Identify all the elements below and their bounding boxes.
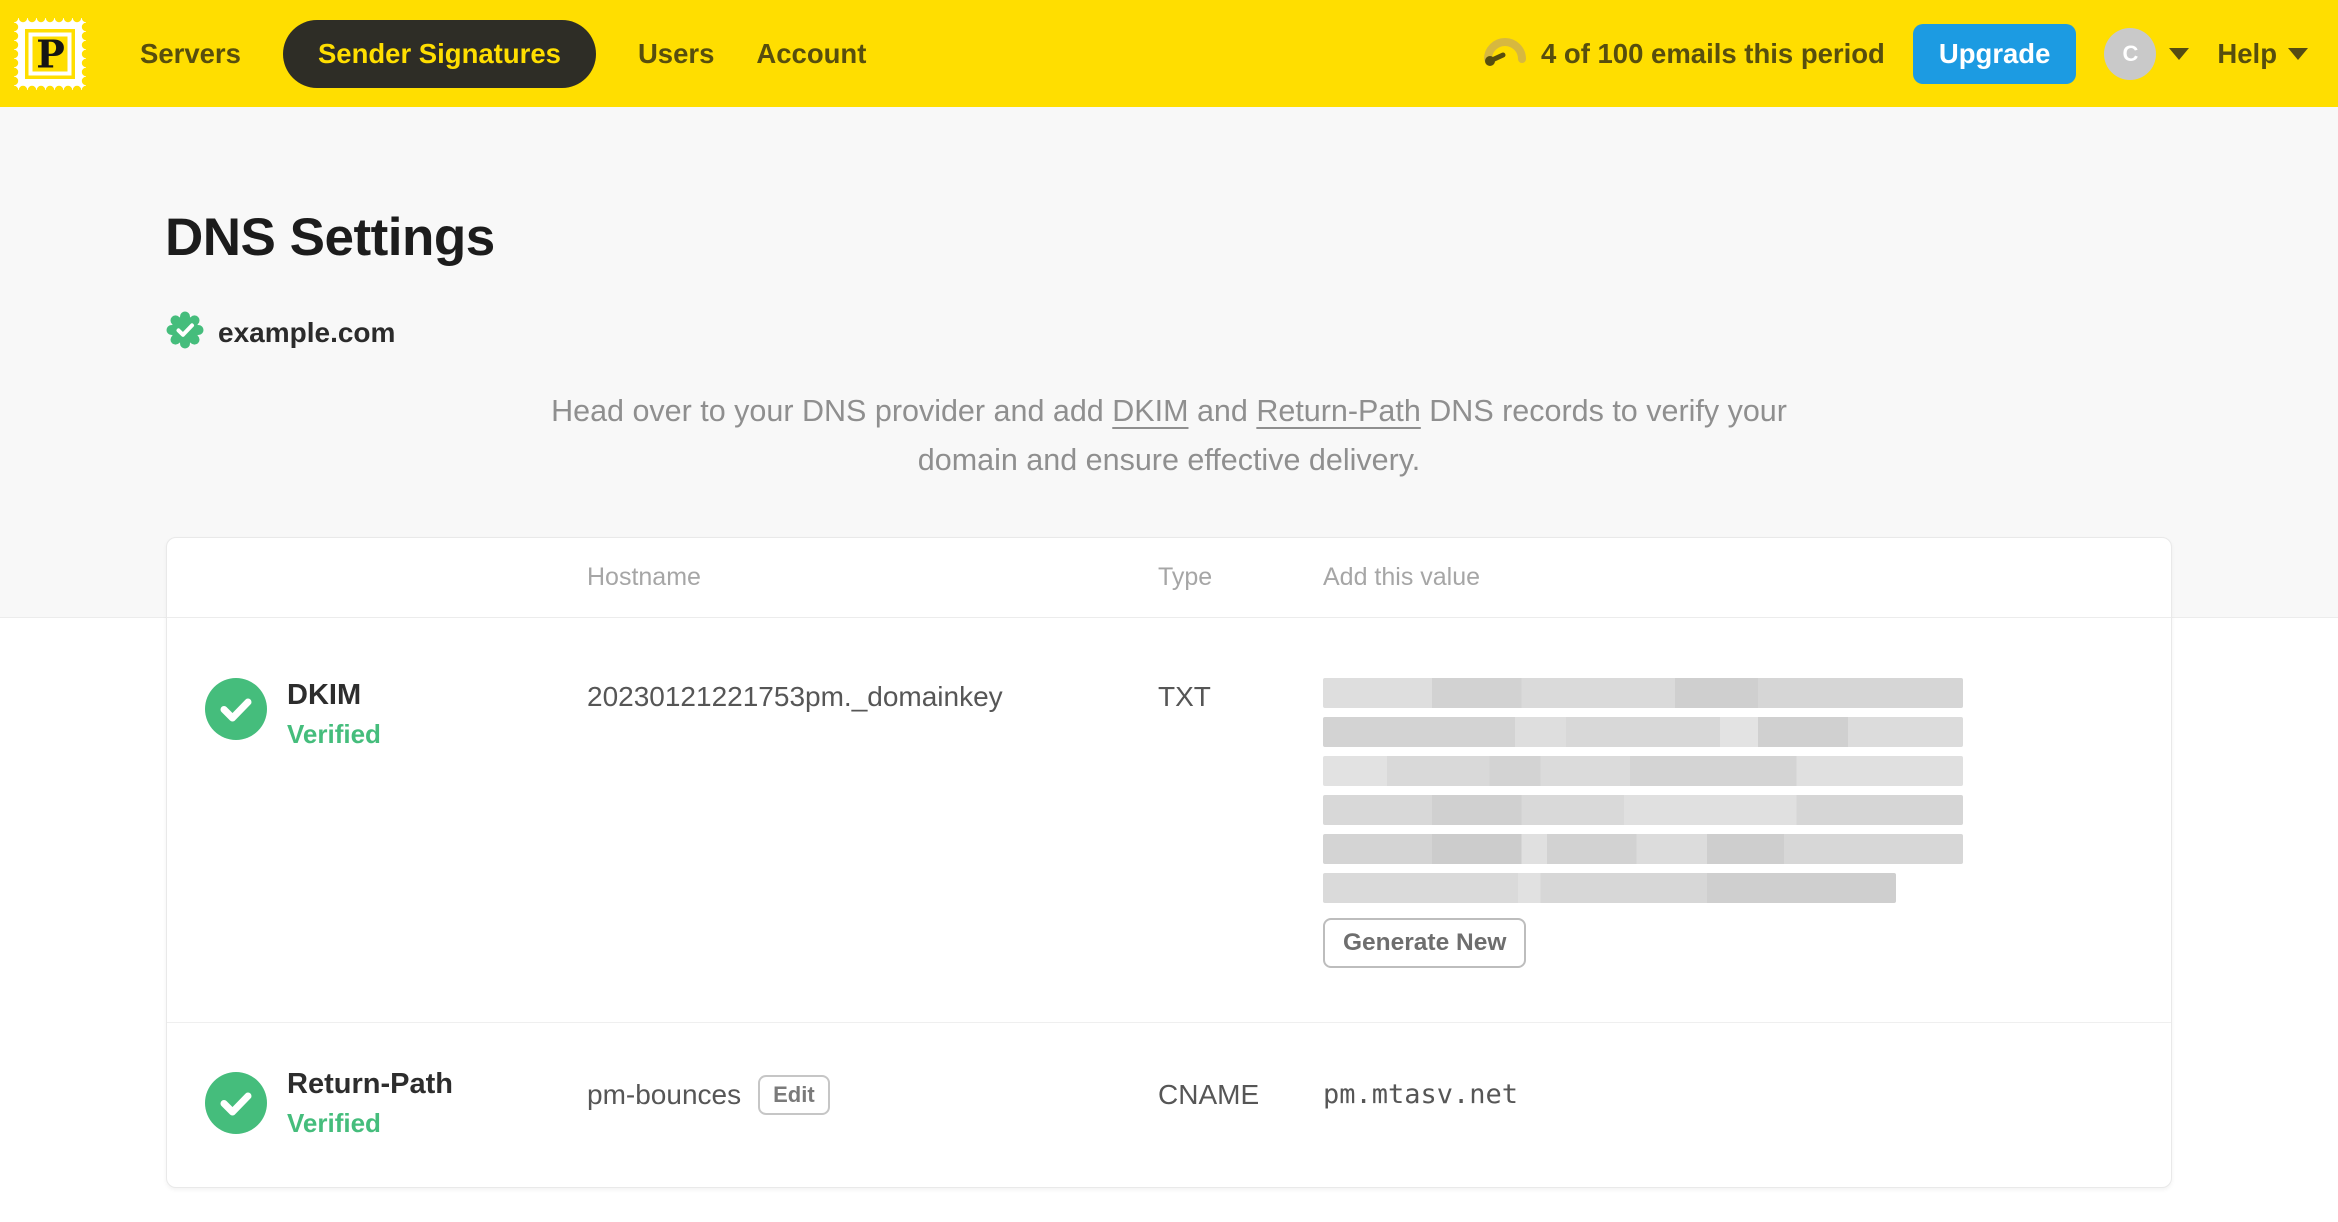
column-header-value: Add this value	[1323, 563, 1481, 591]
redacted-dkim-value	[1323, 678, 2115, 912]
record-name: Return-Path	[287, 1068, 453, 1100]
redacted-value-bar	[1323, 795, 1963, 825]
help-menu[interactable]: Help	[2217, 38, 2308, 70]
main-nav: Servers Sender Signatures Users Account	[140, 19, 866, 88]
usage-meter[interactable]: 4 of 100 emails this period	[1482, 34, 1885, 73]
upgrade-button[interactable]: Upgrade	[1912, 23, 2077, 84]
topbar-right-group: 4 of 100 emails this period Upgrade C He…	[1482, 23, 2308, 84]
account-menu[interactable]: C	[2104, 27, 2190, 80]
avatar[interactable]: C	[2104, 27, 2157, 80]
return-path-value: pm.mtasv.net	[1323, 1079, 1519, 1111]
chevron-down-icon	[2288, 47, 2308, 60]
dkim-value-cell: Generate New	[1323, 678, 2171, 968]
verified-check-icon	[205, 678, 267, 740]
help-label: Help	[2217, 37, 2277, 69]
redacted-value-bar	[1323, 873, 1896, 903]
postmark-logo-icon[interactable]: P	[9, 13, 91, 94]
usage-text: 4 of 100 emails this period	[1540, 37, 1885, 69]
verified-seal-icon	[165, 310, 205, 355]
return-path-hostname: pm-bounces	[587, 1078, 742, 1110]
verified-check-icon	[205, 1071, 267, 1134]
chevron-down-icon	[2169, 47, 2190, 60]
redacted-value-bar	[1323, 756, 1963, 786]
page-title: DNS Settings	[165, 208, 495, 267]
top-navigation-bar: P Servers Sender Signatures Users Accoun…	[0, 0, 2338, 107]
redacted-value-bar	[1323, 717, 1963, 747]
redacted-value-bar	[1323, 834, 1963, 864]
table-row-return-path: Return-Path Verified pm-bounces Edit CNA…	[167, 1023, 2171, 1187]
edit-button[interactable]: Edit	[758, 1074, 830, 1115]
description-text: Head over to your DNS provider and add	[551, 394, 1113, 428]
return-path-status-cell: Return-Path Verified	[167, 1067, 587, 1139]
dkim-link[interactable]: DKIM	[1112, 394, 1188, 428]
return-path-value-cell: pm.mtasv.net	[1323, 1079, 2171, 1110]
record-name: DKIM	[287, 679, 362, 711]
table-header-row: Hostname Type Add this value	[167, 538, 2171, 618]
column-header-type: Type	[1158, 563, 1213, 591]
status-badge: Verified	[287, 718, 381, 749]
dns-instructions: Head over to your DNS provider and add D…	[529, 387, 1809, 485]
verified-domain: example.com	[165, 310, 2173, 355]
dns-records-card: Hostname Type Add this value DKIM Verifi…	[166, 537, 2172, 1188]
column-header-hostname: Hostname	[587, 563, 701, 591]
table-row-dkim: DKIM Verified 20230121221753pm._domainke…	[167, 618, 2171, 1023]
svg-text:P: P	[36, 31, 65, 76]
return-path-hostname-cell: pm-bounces Edit	[587, 1074, 1158, 1115]
gauge-icon	[1482, 34, 1528, 73]
dkim-hostname: 20230121221753pm._domainkey	[587, 681, 1003, 712]
description-text: and	[1188, 394, 1257, 428]
status-badge: Verified	[287, 1107, 381, 1138]
nav-item-users[interactable]: Users	[638, 38, 714, 70]
dkim-type: TXT	[1158, 681, 1211, 712]
generate-new-button[interactable]: Generate New	[1323, 918, 1527, 968]
nav-item-servers[interactable]: Servers	[140, 38, 241, 70]
nav-item-sender-signatures[interactable]: Sender Signatures	[282, 19, 596, 88]
return-path-link[interactable]: Return-Path	[1256, 394, 1420, 428]
return-path-type: CNAME	[1158, 1078, 1260, 1110]
redacted-value-bar	[1323, 678, 1963, 708]
dkim-status-cell: DKIM Verified	[167, 678, 587, 968]
nav-item-account[interactable]: Account	[756, 38, 866, 70]
domain-name: example.com	[218, 316, 396, 348]
